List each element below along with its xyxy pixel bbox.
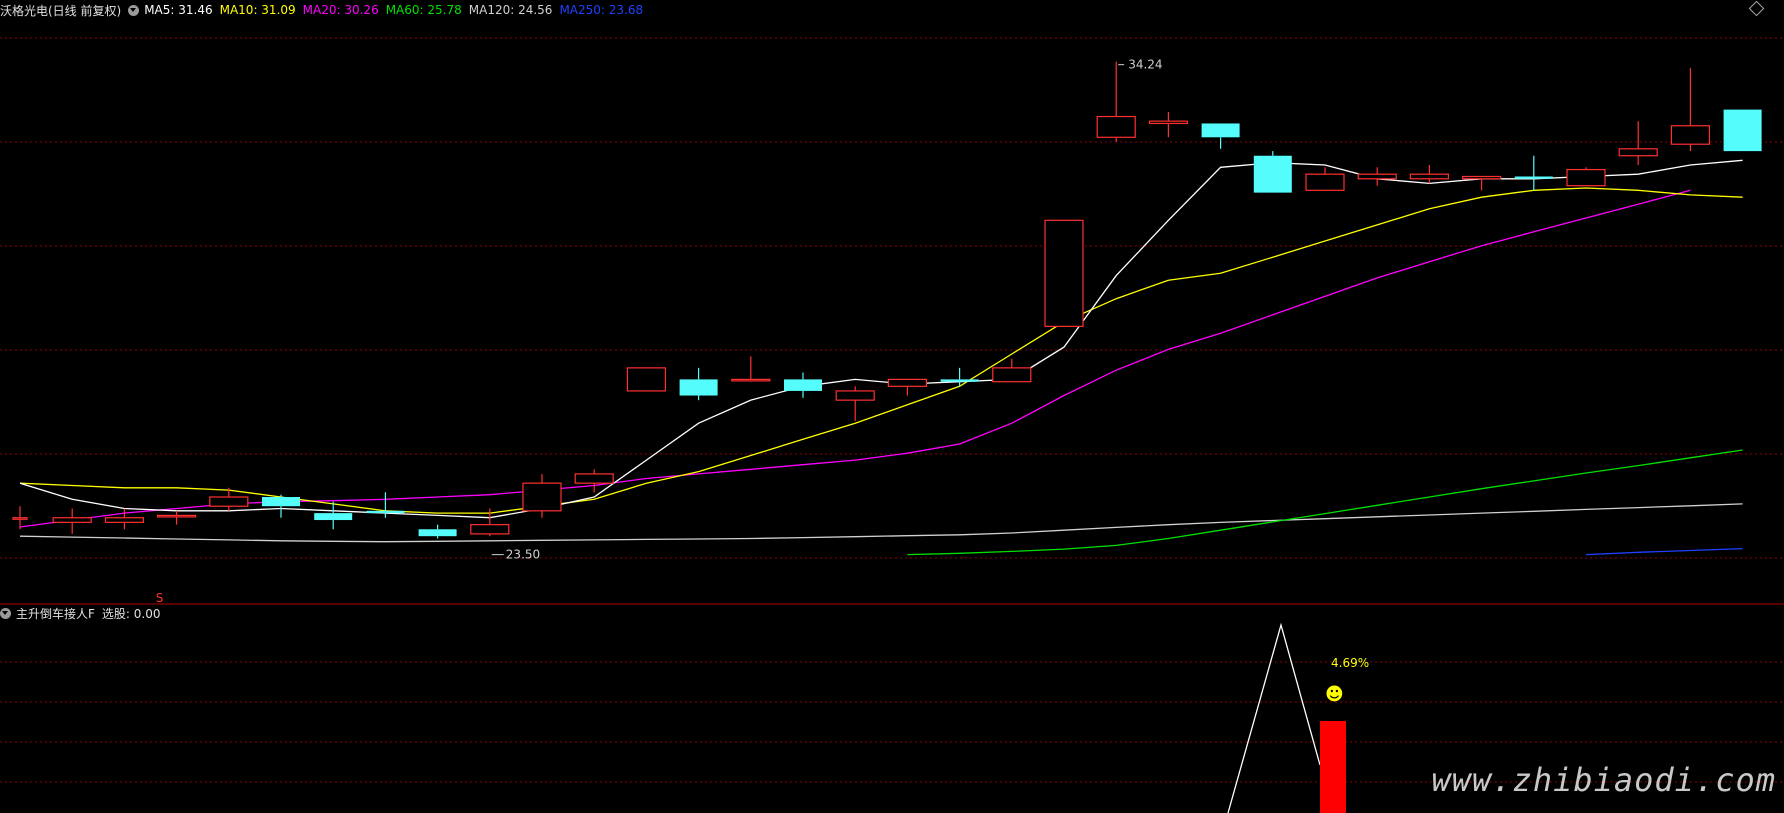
high-price-label: 34.24: [1128, 58, 1162, 72]
candle-body: [52, 517, 92, 523]
candle: [1044, 219, 1084, 327]
candle-body: [1253, 155, 1292, 193]
low-price-label: 23.50: [506, 548, 540, 562]
candle-body: [1201, 123, 1240, 138]
sub-chart-header: 主升倒车接人F 选股: 0.00: [0, 604, 167, 622]
percent-label: 4.69%: [1331, 656, 1369, 670]
ma10-line: [19, 187, 1743, 514]
candle-body: [470, 524, 510, 535]
candle: [1514, 155, 1553, 191]
candle-body: [104, 517, 145, 523]
candle-body: [784, 379, 822, 391]
candle: [731, 356, 771, 382]
candle: [1201, 123, 1240, 149]
candle-body: [940, 379, 979, 382]
sub-indicator-name: 主升倒车接人F: [16, 606, 95, 621]
main-indicator-menu-icon[interactable]: [128, 4, 140, 16]
candle: [1148, 111, 1189, 138]
candle: [157, 510, 197, 525]
candle-body: [1670, 125, 1711, 145]
candle: [1461, 175, 1502, 191]
candle-body: [992, 367, 1032, 383]
ma20-line: [19, 189, 1691, 528]
candle: [1305, 167, 1345, 191]
candle-body: [574, 473, 614, 484]
smiley-icon: ☻: [1325, 684, 1344, 705]
ma-legend: MA5: 31.46 MA10: 31.09 MA20: 30.26 MA60: 25…: [144, 3, 650, 17]
candle-body: [1514, 176, 1553, 179]
ma120-line: [19, 503, 1743, 543]
candle-body: [262, 496, 300, 507]
candle-body: [522, 482, 562, 512]
candle-body: [835, 390, 875, 401]
candle: [1409, 164, 1450, 184]
ma60-line: [907, 449, 1743, 556]
candle-body: [209, 496, 249, 507]
candle-body: [679, 379, 718, 396]
candle: [1566, 167, 1606, 187]
chart-canvas: 34.24 23.50 S 4.69% ☻: [0, 37, 1784, 813]
ma250-line: [1585, 547, 1743, 556]
candle-body: [1566, 168, 1606, 187]
candle-body: [418, 529, 457, 537]
sub-indicator-bar: [1320, 721, 1346, 813]
ma-legend-item: MA120: 24.56: [468, 3, 553, 17]
ma5-line: [19, 159, 1743, 519]
candle: [52, 508, 92, 534]
main-chart-header: 沃格光电(日线 前复权) MA5: 31.46 MA10: 31.09 MA20: …: [0, 1, 650, 19]
candle-body: [157, 514, 197, 518]
candle: [887, 378, 928, 396]
candle: [418, 524, 457, 539]
ma-legend-item: MA10: 31.09: [219, 3, 296, 17]
candle-body: [626, 367, 667, 392]
candle: [1618, 121, 1658, 165]
candle: [626, 367, 667, 392]
ma-legend-item: MA5: 31.46: [144, 3, 213, 17]
candle: [262, 494, 300, 518]
candle: [1670, 68, 1711, 152]
stock-chart-window: 34.24 23.50 S 4.69% ☻ 沃格光电(日线 前复权) MA5: 31.4…: [0, 0, 1784, 813]
sub-indicator-menu-icon[interactable]: [0, 607, 11, 619]
candle-body: [731, 378, 771, 382]
candle: [1253, 151, 1292, 193]
signal-mark: S: [156, 591, 164, 605]
candle: [1723, 109, 1762, 152]
candle-body: [1723, 109, 1762, 152]
candle: [522, 473, 562, 518]
candle: [574, 469, 614, 493]
stock-title: 沃格光电(日线 前复权): [0, 3, 122, 18]
candle-body: [1461, 175, 1502, 180]
candle-body: [12, 517, 28, 520]
ma-legend-item: MA20: 30.26: [302, 3, 379, 17]
candle-body: [1305, 173, 1345, 191]
sub-indicator-line: [1227, 622, 1321, 813]
candle-body: [1044, 219, 1084, 327]
candle-body: [887, 378, 928, 387]
candle: [784, 372, 822, 398]
watermark-text: www.zhibiaodi.com: [1431, 761, 1776, 799]
candle: [1096, 61, 1136, 142]
candle-body: [314, 513, 353, 521]
candle: [1357, 167, 1397, 186]
ma-legend-item: MA250: 23.68: [559, 3, 644, 17]
candle-body: [1357, 173, 1397, 180]
candle-body: [1096, 115, 1136, 138]
candle: [940, 367, 979, 387]
candle: [835, 386, 875, 421]
candle-body: [1618, 148, 1658, 157]
candle-body: [1409, 173, 1450, 180]
candle-body: [366, 510, 405, 514]
candle-body: [1148, 120, 1189, 125]
sub-indicator-value: 选股: 0.00: [101, 606, 161, 621]
ma-legend-item: MA60: 25.78: [385, 3, 462, 17]
candle: [679, 367, 718, 401]
